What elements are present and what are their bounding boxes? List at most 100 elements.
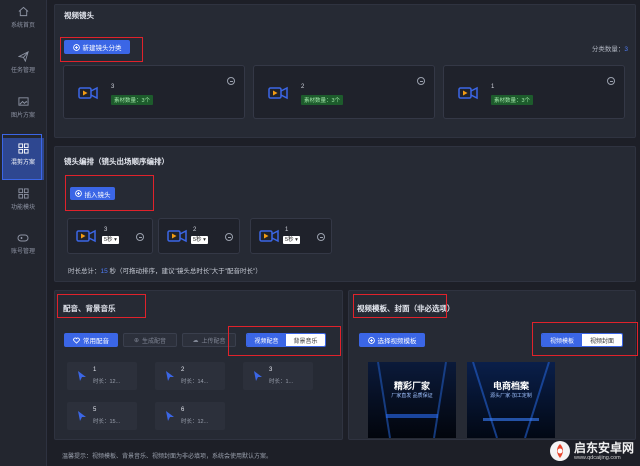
remove-icon[interactable] <box>227 77 235 85</box>
plus-circle-icon <box>367 336 375 344</box>
audio-item-name: 3 <box>269 367 273 373</box>
stage-light-graphic <box>368 362 456 438</box>
watermark-logo-icon <box>549 441 570 461</box>
material-count-badge: 素材数量：3个 <box>491 95 534 105</box>
audio-item-duration: 时长：14... <box>181 379 209 385</box>
sidebar-item-label: 图片方案 <box>10 113 35 119</box>
template-type-toggle[interactable]: 视频模板 视频封面 <box>541 333 623 347</box>
remove-icon[interactable] <box>225 233 233 241</box>
shot-card-number: 2 <box>301 84 305 90</box>
template-thumb-subtitle: 厂家直发 品质保证 <box>391 393 433 399</box>
sidebar-item-label: 系统首页 <box>10 23 35 29</box>
cursor-icon <box>166 371 174 381</box>
plus-circle-icon <box>74 190 82 197</box>
duration-select[interactable]: 5秒 ▾ <box>283 236 300 244</box>
shot-order-number: 2 <box>193 227 197 233</box>
remove-icon[interactable] <box>607 77 615 85</box>
template-thumb-title: 电商档案 <box>492 381 529 391</box>
total-duration-value: 15 <box>100 268 108 275</box>
total-duration: 时长总计：15 秒（可拖动排序，建议"镜头总时长"大于"配音时长"） <box>68 265 262 275</box>
category-count-label: 分类数量： <box>591 46 625 53</box>
image-icon <box>17 97 29 106</box>
shot-order-number: 3 <box>104 227 108 233</box>
new-shot-category-label: 新建镜头分类 <box>82 45 122 52</box>
insert-shot-button[interactable]: 插入镜头 <box>70 187 115 200</box>
plus-circle-icon <box>72 43 80 51</box>
gamepad-icon <box>17 234 29 242</box>
audio-item-name: 5 <box>93 407 97 413</box>
audio-item[interactable]: 6 时长：12... <box>155 402 225 430</box>
audio-title: 配音、背景音乐 <box>63 304 116 313</box>
stage-light-graphic <box>467 362 555 438</box>
select-template-button[interactable]: 选择视频模板 <box>359 333 425 347</box>
cursor-icon <box>78 411 86 421</box>
footer-tip: 温馨提示：视频模板、背景音乐、视频封面为非必填项，系统会使用默认方案。 <box>62 454 273 460</box>
video-camera-icon <box>268 86 288 100</box>
shot-card-number: 3 <box>111 84 115 90</box>
video-shots-title: 视频镜头 <box>64 11 94 20</box>
total-duration-prefix: 时长总计： <box>68 268 101 275</box>
sidebar-item-label: 功能模块 <box>10 205 35 211</box>
video-camera-icon <box>458 86 478 100</box>
duration-select[interactable]: 5秒 ▾ <box>102 236 119 244</box>
duration-value: 5秒 <box>285 237 294 243</box>
duration-value: 5秒 <box>193 237 202 243</box>
video-camera-icon <box>167 229 187 243</box>
grid-icon <box>17 143 29 154</box>
template-thumb-title: 精彩厂家 <box>393 381 430 391</box>
material-count-badge: 素材数量：3个 <box>111 95 154 105</box>
remove-icon[interactable] <box>417 77 425 85</box>
template-thumbnail[interactable]: 电商档案 源头厂家·加工定制 <box>467 362 555 438</box>
tab-video-template[interactable]: 视频模板 <box>542 334 582 346</box>
audio-item-name: 2 <box>181 367 185 373</box>
modules-icon <box>17 188 29 199</box>
sidebar-item-label: 账号管理 <box>10 249 35 255</box>
shot-order-item[interactable]: 1 5秒 ▾ <box>250 218 332 254</box>
total-duration-hint: 秒（可拖动排序，建议"镜头总时长"大于"配音时长"） <box>109 268 262 275</box>
sidebar-item-tasks[interactable]: 任务管理 <box>2 51 44 91</box>
sidebar-item-accounts[interactable]: 账号管理 <box>2 232 44 272</box>
remove-icon[interactable] <box>136 233 144 241</box>
template-thumb-subtitle: 源头厂家·加工定制 <box>490 393 532 399</box>
sidebar-item-images[interactable]: 图片方案 <box>2 96 44 136</box>
sidebar-item-modules[interactable]: 功能模块 <box>2 188 44 228</box>
shot-card-number: 1 <box>491 84 495 90</box>
common-voice-button[interactable]: 常用配音 <box>64 333 118 347</box>
shot-card[interactable]: 1 素材数量：3个 <box>443 65 625 119</box>
tab-video-cover[interactable]: 视频封面 <box>582 334 622 346</box>
template-thumbnail[interactable]: 精彩厂家 厂家直发 品质保证 <box>368 362 456 438</box>
sidebar-item-label: 混剪方案 <box>10 160 35 166</box>
generate-voice-label: 生成配音 <box>142 338 167 345</box>
shot-order-item[interactable]: 2 5秒 ▾ <box>158 218 240 254</box>
audio-item[interactable]: 5 时长：15... <box>67 402 137 430</box>
shot-card[interactable]: 2 素材数量：3个 <box>253 65 435 119</box>
duration-select[interactable]: 5秒 ▾ <box>191 236 208 244</box>
tab-video-voice[interactable]: 视频配音 <box>247 334 286 346</box>
upload-voice-button[interactable]: ☁ 上传配音 <box>182 333 236 347</box>
shot-order-item[interactable]: 3 5秒 ▾ <box>67 218 153 254</box>
cursor-icon <box>78 371 86 381</box>
cursor-icon <box>254 371 262 381</box>
audio-item[interactable]: 2 时长：14... <box>155 362 225 390</box>
audio-item[interactable]: 3 时长：1... <box>243 362 313 390</box>
duration-value: 5秒 <box>104 237 113 243</box>
upload-voice-label: 上传配音 <box>201 338 226 345</box>
heart-icon <box>73 337 80 344</box>
common-voice-label: 常用配音 <box>83 338 109 345</box>
remove-icon[interactable] <box>317 233 325 241</box>
new-shot-category-button[interactable]: 新建镜头分类 <box>64 40 130 54</box>
cursor-icon <box>166 411 174 421</box>
video-camera-icon <box>78 86 98 100</box>
tab-background-music[interactable]: 背景音乐 <box>286 334 325 346</box>
generate-voice-button[interactable]: ⊕ 生成配音 <box>123 333 177 347</box>
watermark: 启东安卓网 www.qdcaijing.com <box>549 440 634 462</box>
shot-card[interactable]: 3 素材数量：3个 <box>63 65 245 119</box>
audio-item[interactable]: 1 时长：12... <box>67 362 137 390</box>
select-template-label: 选择视频模板 <box>377 338 417 345</box>
generate-icon: ⊕ <box>133 337 139 344</box>
insert-shot-label: 插入镜头 <box>84 191 111 199</box>
sidebar-item-mix[interactable]: 混剪方案 <box>2 138 44 180</box>
sidebar-item-home[interactable]: 系统首页 <box>2 6 44 46</box>
audio-type-toggle[interactable]: 视频配音 背景音乐 <box>246 333 326 347</box>
video-camera-icon <box>76 229 96 243</box>
